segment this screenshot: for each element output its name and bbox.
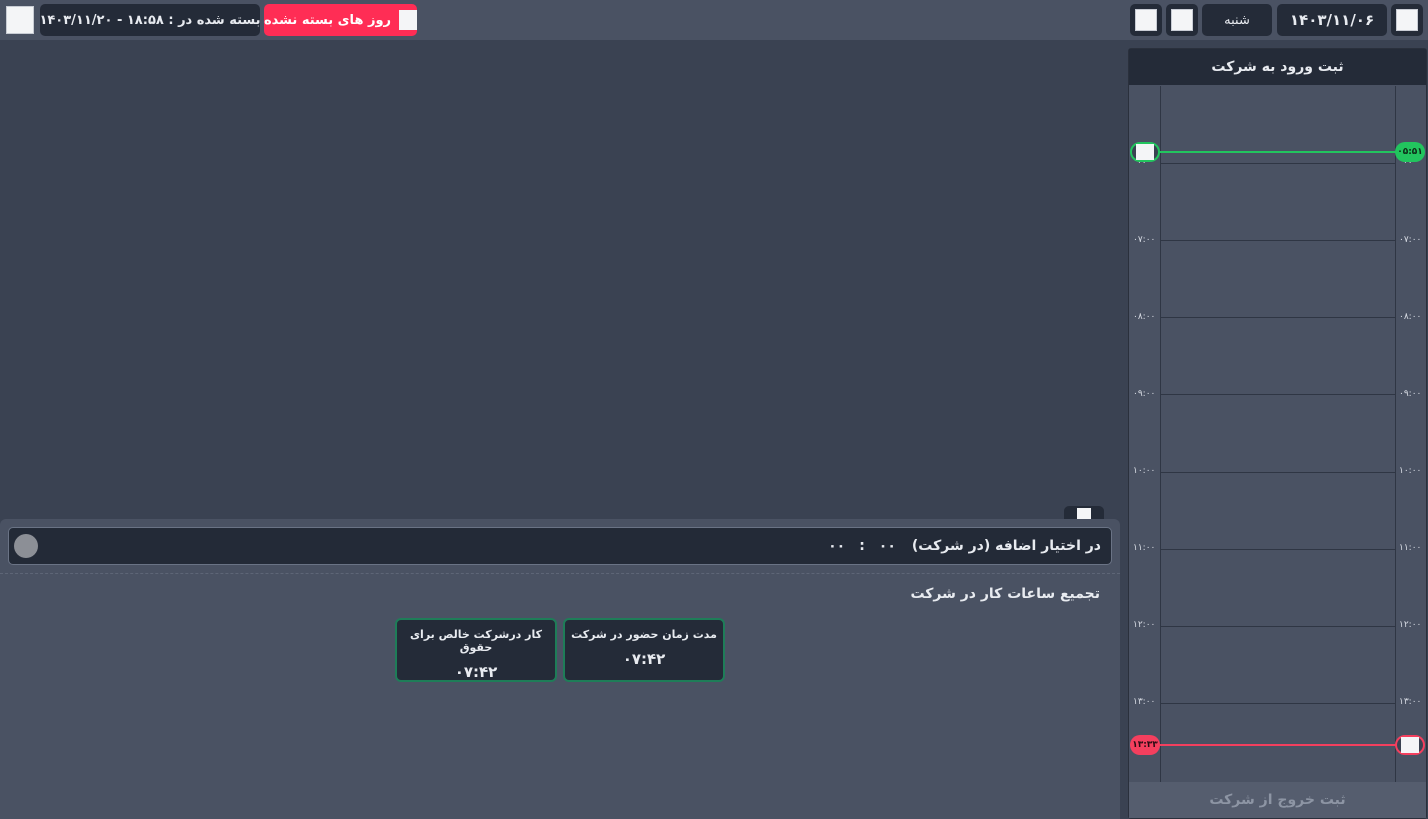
check-out-handle[interactable]	[1395, 735, 1425, 755]
extra-hours[interactable]: ۰۰	[879, 538, 896, 554]
closed-at-label: بسته شده در : ۱۸:۵۸ - ۱۴۰۳/۱۱/۲۰	[39, 12, 261, 28]
check-out-button[interactable]: ثبت خروج از شرکت	[1129, 782, 1426, 818]
unclosed-days-button[interactable]: روز های بسته نشده	[264, 4, 417, 36]
weekday-badge: شنبه	[1202, 4, 1272, 36]
check-in-handle-icon	[1136, 144, 1154, 160]
next-day-button[interactable]	[1166, 4, 1198, 36]
hour-label-left: ۰۹:۰۰	[1133, 389, 1156, 399]
hour-label-right: ۱۰:۰۰	[1399, 466, 1422, 476]
hour-line	[1161, 394, 1395, 395]
check-out-handle-icon	[1401, 737, 1419, 753]
prev-day-button[interactable]	[1130, 4, 1162, 36]
hour-line	[1161, 549, 1395, 550]
weekday-label: شنبه	[1224, 12, 1250, 28]
hour-line	[1161, 317, 1395, 318]
check-out-time-badge: ۱۳:۳۳	[1130, 735, 1160, 755]
hour-line	[1161, 472, 1395, 473]
summary-title: تجمیع ساعات کار در شرکت	[910, 586, 1100, 602]
net-work-card: کار درشرکت خالص برای حقوق ۰۷:۴۲	[395, 618, 557, 682]
hour-label-left: ۱۳:۰۰	[1133, 697, 1156, 707]
check-in-handle[interactable]	[1130, 142, 1160, 162]
divider	[0, 573, 1120, 574]
hour-label-right: ۱۱:۰۰	[1399, 543, 1422, 553]
calendar-button[interactable]	[1391, 4, 1423, 36]
check-in-time-badge: ۰۵:۵۱	[1395, 142, 1425, 162]
card-value: ۰۷:۴۲	[454, 663, 498, 681]
hour-line	[1161, 703, 1395, 704]
check-out-label: ثبت خروج از شرکت	[1209, 792, 1346, 808]
check-in-time: ۰۵:۵۱	[1397, 147, 1423, 157]
hour-label-left: ۰۷:۰۰	[1133, 235, 1156, 245]
unclosed-days-icon	[399, 10, 417, 30]
hour-line	[1161, 240, 1395, 241]
extra-time-toggle[interactable]	[14, 534, 38, 558]
hour-label-right: ۱۲:۰۰	[1399, 620, 1422, 630]
hour-label-left: ۰۸:۰۰	[1133, 312, 1156, 322]
date-label: ۱۴۰۳/۱۱/۰۶	[1289, 11, 1375, 29]
check-out-time: ۱۳:۳۳	[1132, 740, 1158, 750]
extra-colon: :	[859, 538, 865, 554]
check-out-line	[1147, 744, 1409, 746]
hour-line	[1161, 163, 1395, 164]
attendance-duration-card: مدت زمان حضور در شرکت ۰۷:۴۲	[563, 618, 725, 682]
card-title: مدت زمان حضور در شرکت	[571, 628, 717, 641]
date-button[interactable]: ۱۴۰۳/۱۱/۰۶	[1277, 4, 1387, 36]
menu-icon[interactable]	[6, 6, 34, 34]
closed-at-badge: بسته شده در : ۱۸:۵۸ - ۱۴۰۳/۱۱/۲۰	[39, 4, 261, 36]
hour-label-left: ۱۰:۰۰	[1133, 466, 1156, 476]
card-title: کار درشرکت خالص برای حقوق	[409, 628, 543, 654]
timeline-left-rule	[1160, 86, 1161, 782]
hour-label-right: ۰۷:۰۰	[1399, 235, 1422, 245]
timeline: ۰۶:۰۰ ۰۶:۰۰ ۰۷:۰۰ ۰۷:۰۰ ۰۸:۰۰ ۰۸:۰۰ ۰۹:۰…	[1129, 86, 1426, 782]
collapse-handle[interactable]	[1064, 506, 1104, 520]
hour-line	[1161, 626, 1395, 627]
hour-label-left: ۱۱:۰۰	[1133, 543, 1156, 553]
hour-label-left: ۱۲:۰۰	[1133, 620, 1156, 630]
check-in-line	[1147, 151, 1409, 153]
unclosed-days-label: روز های بسته نشده	[264, 12, 392, 28]
calendar-icon	[1396, 9, 1418, 31]
hour-label-right: ۰۹:۰۰	[1399, 389, 1422, 399]
card-value: ۰۷:۴۲	[622, 650, 666, 668]
extra-time-bar: در اختیار اضافه (در شرکت) ۰۰ : ۰۰	[8, 527, 1112, 565]
check-in-label: ثبت ورود به شرکت	[1211, 59, 1344, 75]
timeline-right-rule	[1395, 86, 1396, 782]
check-in-button[interactable]: ثبت ورود به شرکت	[1129, 49, 1426, 85]
hour-label-right: ۰۸:۰۰	[1399, 312, 1422, 322]
extra-time-label: در اختیار اضافه (در شرکت)	[911, 538, 1101, 554]
next-day-icon	[1171, 9, 1193, 31]
extra-minutes[interactable]: ۰۰	[828, 538, 845, 554]
prev-day-icon	[1135, 9, 1157, 31]
hour-label-right: ۱۳:۰۰	[1399, 697, 1422, 707]
